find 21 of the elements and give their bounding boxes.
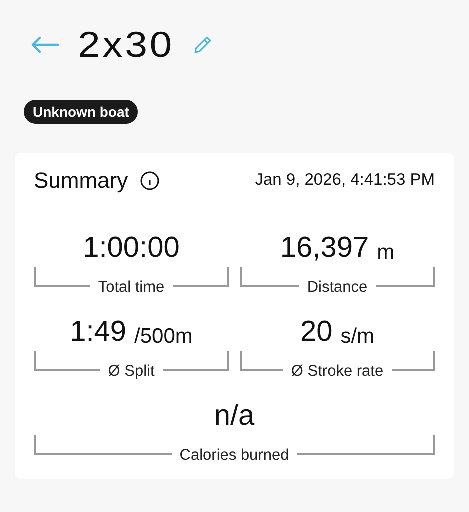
metric-value: 1:49 xyxy=(70,318,127,347)
pencil-icon xyxy=(193,35,214,55)
metric-label: Ø Stroke rate xyxy=(290,364,385,379)
page-title: 2x30 xyxy=(78,27,174,63)
info-icon[interactable] xyxy=(140,170,160,190)
edit-button[interactable] xyxy=(192,34,214,56)
metric-unit: /500m xyxy=(134,326,193,347)
summary-title: Summary xyxy=(34,167,128,195)
metric-value: 20 xyxy=(300,318,333,347)
metric-unit: m xyxy=(377,242,395,263)
metric-value: 1:00:00 xyxy=(83,234,180,263)
metric-label: Distance xyxy=(306,280,369,295)
boat-badge: Unknown boat xyxy=(24,100,138,124)
metric-value: 16,397 xyxy=(280,234,370,263)
metric-label: Total time xyxy=(97,280,166,295)
metric-label: Calories burned xyxy=(178,448,290,463)
summary-date: Jan 9, 2026, 4:41:53 PM xyxy=(255,170,435,192)
metric-unit: s/m xyxy=(340,326,375,347)
back-arrow-icon xyxy=(31,36,59,54)
metric-label: Ø Split xyxy=(107,364,156,379)
metric-value: n/a xyxy=(214,402,255,431)
